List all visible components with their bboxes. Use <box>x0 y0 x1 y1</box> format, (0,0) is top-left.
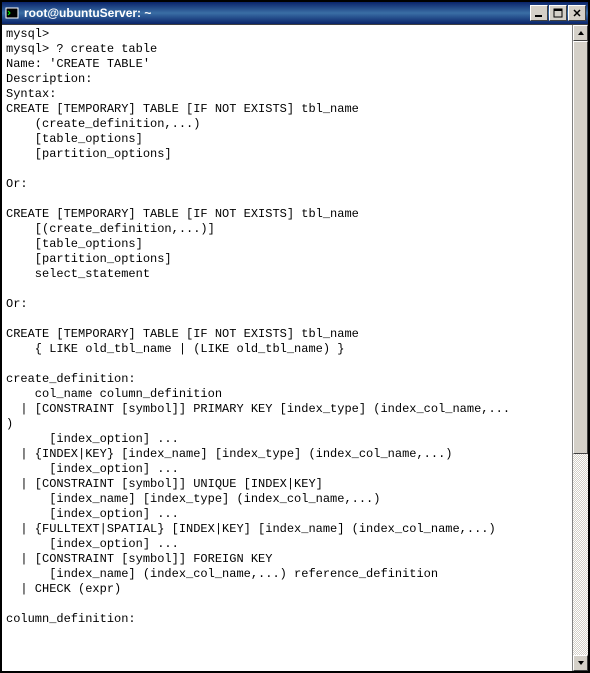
title-bar: root@ubuntuServer: ~ <box>2 2 588 24</box>
window-title: root@ubuntuServer: ~ <box>24 6 530 20</box>
scroll-up-button[interactable] <box>573 25 588 41</box>
window-frame: root@ubuntuServer: ~ mysql> mysql> ? cre… <box>2 2 588 671</box>
client-area: mysql> mysql> ? create table Name: 'CREA… <box>2 24 588 671</box>
window-controls <box>530 5 586 21</box>
scroll-thumb[interactable] <box>573 41 588 454</box>
minimize-button[interactable] <box>530 5 548 21</box>
scroll-down-button[interactable] <box>573 655 588 671</box>
close-button[interactable] <box>568 5 586 21</box>
app-icon <box>4 5 20 21</box>
terminal-output[interactable]: mysql> mysql> ? create table Name: 'CREA… <box>2 25 572 671</box>
vertical-scrollbar[interactable] <box>572 25 588 671</box>
maximize-button[interactable] <box>549 5 567 21</box>
scroll-track[interactable] <box>573 41 588 655</box>
